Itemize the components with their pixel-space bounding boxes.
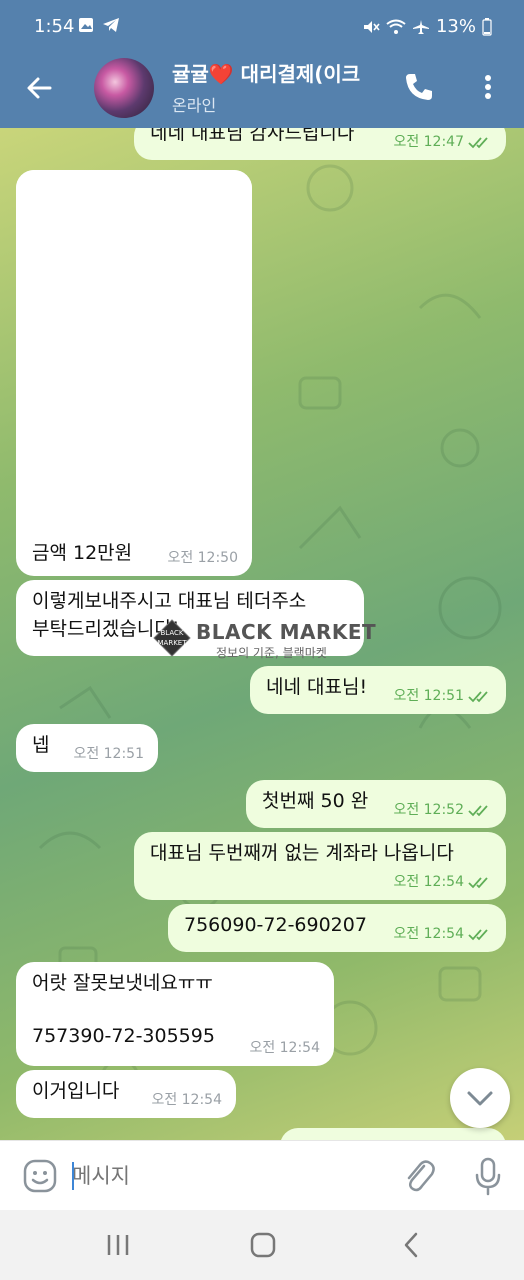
message-bubble-outgoing[interactable]: 756090-72-690207 오전 12:54 xyxy=(168,904,506,952)
airplane-icon xyxy=(412,19,429,34)
wifi-icon xyxy=(386,19,406,34)
avatar[interactable] xyxy=(94,58,154,118)
status-time: 1:54 xyxy=(34,16,75,37)
message-time: 오전 12:47 xyxy=(393,133,464,150)
message-image[interactable] xyxy=(16,170,252,520)
scroll-down-button[interactable] xyxy=(450,1068,510,1128)
message-bubble-outgoing[interactable]: 첫번째 50 완 오전 12:52 xyxy=(246,780,506,828)
message-text: 네네 대표님! xyxy=(266,676,368,698)
emoji-icon[interactable] xyxy=(22,1158,58,1194)
phone-icon[interactable] xyxy=(402,70,436,104)
watermark: BLACK MARKET BLACK MARKET 정보의 기준, 블랙마켓 xyxy=(152,618,382,660)
message-bubble-outgoing[interactable]: 네네 대표님! 오전 12:51 xyxy=(250,666,506,714)
message-bubble-incoming[interactable]: 넵 오전 12:51 xyxy=(16,724,158,772)
message-bubble-incoming[interactable]: 이거입니다 오전 12:54 xyxy=(16,1070,236,1118)
chat-title[interactable]: 귤귤❤️ 대리결제(이크 xyxy=(172,58,390,87)
message-composer xyxy=(0,1140,524,1210)
watermark-subtitle: 정보의 기준, 블랙마켓 xyxy=(216,646,327,660)
message-time: 오전 12:51 xyxy=(393,687,464,704)
message-time: 오전 12:52 xyxy=(393,801,464,818)
status-bar: 1:54 13% xyxy=(0,0,524,56)
battery-icon xyxy=(482,17,492,36)
chat-area[interactable]: 네네 대표님 감사드립니다 오전 12:47 금액 12만원 오전 12:50 … xyxy=(0,128,524,1140)
home-icon[interactable] xyxy=(249,1232,277,1258)
system-nav-bar xyxy=(0,1210,524,1280)
chevron-down-icon xyxy=(467,1091,493,1106)
message-time: 오전 12:50 xyxy=(167,549,238,566)
watermark-title: BLACK MARKET xyxy=(196,620,377,644)
message-bubble-outgoing-partial[interactable] xyxy=(280,1128,506,1140)
battery-percent: 13% xyxy=(435,16,476,37)
mute-icon xyxy=(363,20,380,33)
message-text: 금액 12만원 xyxy=(32,542,133,564)
message-time: 오전 12:54 xyxy=(249,1039,320,1056)
message-time: 오전 12:51 xyxy=(73,745,144,762)
message-input[interactable] xyxy=(72,1159,372,1193)
svg-text:MARKET: MARKET xyxy=(158,639,188,647)
double-check-icon xyxy=(468,805,488,817)
back-nav-icon[interactable] xyxy=(398,1230,424,1260)
message-text: 대표님 두번째꺼 없는 계좌라 나옵니다 xyxy=(150,842,454,864)
gallery-notification-icon xyxy=(79,18,93,32)
more-vertical-icon[interactable] xyxy=(474,70,502,104)
message-text: 넵 xyxy=(32,734,50,756)
recent-apps-icon[interactable] xyxy=(104,1232,132,1258)
message-text: 네네 대표님 감사드립니다 xyxy=(150,128,355,144)
message-bubble-outgoing[interactable]: 대표님 두번째꺼 없는 계좌라 나옵니다 오전 12:54 xyxy=(134,832,506,900)
message-time: 오전 12:54 xyxy=(393,873,464,890)
message-bubble-incoming[interactable]: 금액 12만원 오전 12:50 xyxy=(16,170,252,576)
double-check-icon xyxy=(468,929,488,941)
message-text: 756090-72-690207 xyxy=(184,914,367,936)
microphone-icon[interactable] xyxy=(470,1156,506,1196)
paperclip-icon[interactable] xyxy=(400,1156,436,1196)
text-caret xyxy=(72,1162,74,1190)
black-market-logo-icon: BLACK MARKET xyxy=(153,619,191,657)
message-bubble-outgoing[interactable]: 네네 대표님 감사드립니다 오전 12:47 xyxy=(134,128,506,160)
message-bubble-incoming[interactable]: 어랏 잘못보냇네요ㅠㅠ 757390-72-305595 오전 12:54 xyxy=(16,962,334,1066)
double-check-icon xyxy=(468,691,488,703)
message-text: 첫번째 50 완 xyxy=(262,790,369,812)
message-time: 오전 12:54 xyxy=(151,1091,222,1108)
double-check-icon xyxy=(468,137,488,149)
chat-header: 귤귤❤️ 대리결제(이크 온라인 xyxy=(0,56,524,128)
arrow-left-icon[interactable] xyxy=(22,70,58,106)
message-text: 이거입니다 xyxy=(32,1080,120,1102)
telegram-notification-icon xyxy=(103,18,119,32)
svg-text:BLACK: BLACK xyxy=(160,629,183,637)
double-check-icon xyxy=(468,877,488,889)
message-text: 어랏 잘못보냇네요ㅠㅠ 757390-72-305595 xyxy=(32,972,215,1048)
online-status: 온라인 xyxy=(172,96,217,115)
message-time: 오전 12:54 xyxy=(393,925,464,942)
